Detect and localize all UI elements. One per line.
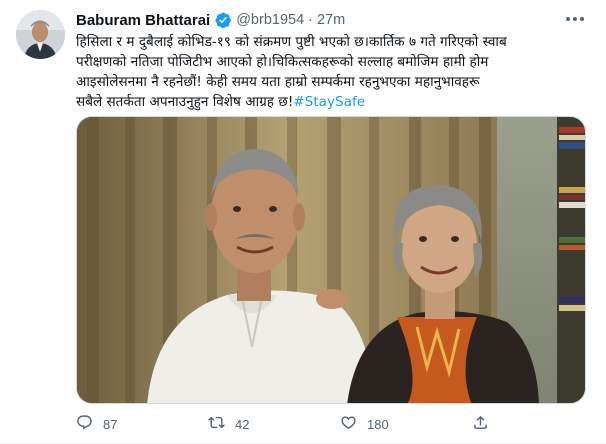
share-icon bbox=[472, 414, 489, 435]
tweet-text-line: सबैले सतर्कता अपनाउनुहुन विशेष आग्रह छ!#… bbox=[76, 92, 586, 112]
tweet-text: हिसिला र म दुबैलाई कोभिड-१९ को संक्रमण प… bbox=[76, 32, 586, 112]
retweet-button[interactable]: 42 bbox=[208, 410, 249, 438]
reply-button[interactable]: 87 bbox=[76, 410, 117, 438]
more-options-icon[interactable] bbox=[564, 10, 586, 28]
tweet-timestamp[interactable]: 27m bbox=[317, 12, 345, 28]
reply-count: 87 bbox=[103, 416, 118, 432]
like-count: 180 bbox=[367, 416, 389, 432]
verified-badge-icon bbox=[214, 11, 232, 29]
tweet-text-line: हिसिला र म दुबैलाई कोभिड-१९ को संक्रमण प… bbox=[76, 34, 507, 50]
tweet-photo[interactable] bbox=[76, 116, 586, 404]
tweet-text-line: परीक्षणको नतिजा पोजिटीभ आएको हो।चिकित्सक… bbox=[76, 54, 489, 70]
author-name[interactable]: Baburam Bhattarai bbox=[76, 12, 210, 29]
share-button[interactable] bbox=[472, 410, 489, 438]
tweet-text-line-4: सबैले सतर्कता अपनाउनुहुन विशेष आग्रह छ! bbox=[76, 94, 294, 110]
tweet[interactable]: Baburam Bhattarai @brb1954 · 27m हिसिला … bbox=[0, 0, 606, 444]
hashtag-link[interactable]: #StaySafe bbox=[293, 94, 365, 110]
tweet-header: Baburam Bhattarai @brb1954 · 27m bbox=[76, 10, 345, 30]
avatar[interactable] bbox=[16, 10, 65, 59]
separator-dot: · bbox=[308, 12, 313, 28]
retweet-icon bbox=[208, 414, 225, 435]
tweet-text-line: आइसोलेसनमा नै रहनेछौं! केही समय यता हाम्… bbox=[76, 74, 480, 90]
tweet-actions: 87 42 180 bbox=[76, 410, 586, 438]
like-button[interactable]: 180 bbox=[340, 410, 389, 438]
retweet-count: 42 bbox=[235, 416, 250, 432]
author-handle[interactable]: @brb1954 bbox=[236, 12, 304, 28]
heart-icon bbox=[340, 414, 357, 435]
reply-icon bbox=[76, 414, 93, 435]
